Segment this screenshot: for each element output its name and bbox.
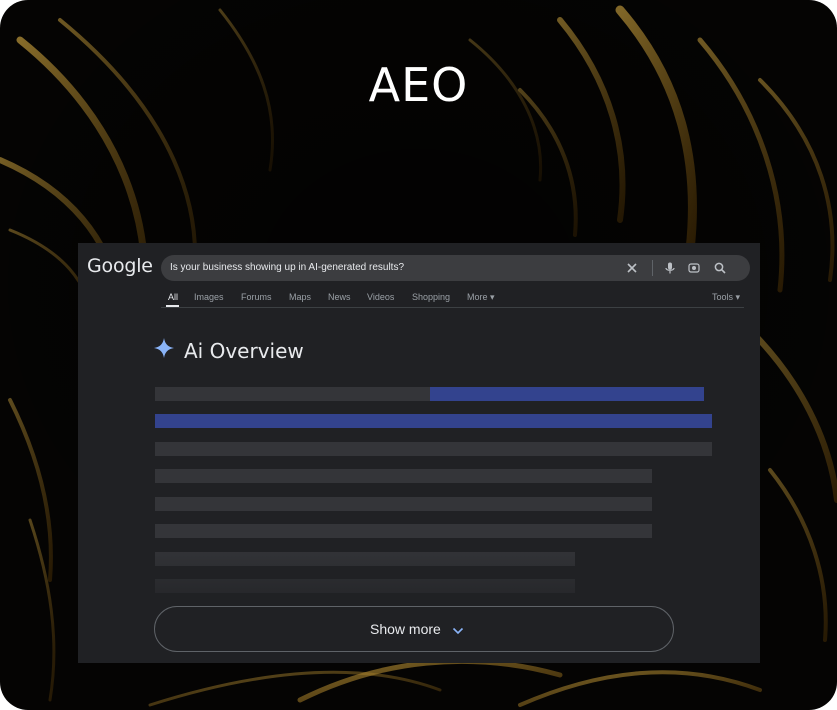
aeo-card: AEO Google Is your business showing up i… [0, 0, 837, 710]
show-more-button[interactable]: Show more [154, 606, 674, 652]
search-bar[interactable]: Is your business showing up in AI-genera… [161, 255, 750, 281]
tab-more[interactable]: More ▾ [467, 292, 495, 303]
google-search-window: Google Is your business showing up in AI… [78, 243, 760, 663]
tab-all[interactable]: All [168, 292, 178, 302]
show-more-label: Show more [370, 621, 441, 637]
tab-maps[interactable]: Maps [289, 292, 311, 302]
page-heading: AEO [368, 58, 469, 112]
tab-videos[interactable]: Videos [367, 292, 394, 302]
close-icon[interactable] [625, 261, 639, 275]
placeholder-line [155, 469, 652, 483]
chevron-down-icon [452, 627, 464, 635]
google-logo: Google [87, 255, 153, 277]
highlighted-placeholder-line [155, 414, 712, 428]
tabs-divider [161, 307, 744, 308]
ai-overview-title: Ai Overview [184, 339, 304, 363]
placeholder-line [155, 442, 712, 456]
camera-icon[interactable] [687, 261, 701, 275]
tools-button[interactable]: Tools ▾ [712, 292, 740, 303]
tab-shopping[interactable]: Shopping [412, 292, 450, 302]
tab-news[interactable]: News [328, 292, 351, 302]
search-input[interactable]: Is your business showing up in AI-genera… [170, 262, 404, 273]
search-icon[interactable] [713, 261, 727, 275]
microphone-icon[interactable] [663, 261, 677, 275]
placeholder-line [155, 497, 652, 511]
placeholder-line [155, 524, 652, 538]
tab-forums[interactable]: Forums [241, 292, 272, 302]
highlighted-placeholder-line [430, 387, 704, 401]
sparkle-icon [154, 338, 174, 358]
tab-images[interactable]: Images [194, 292, 224, 302]
placeholder-line [155, 387, 430, 401]
search-bar-divider [652, 260, 653, 276]
